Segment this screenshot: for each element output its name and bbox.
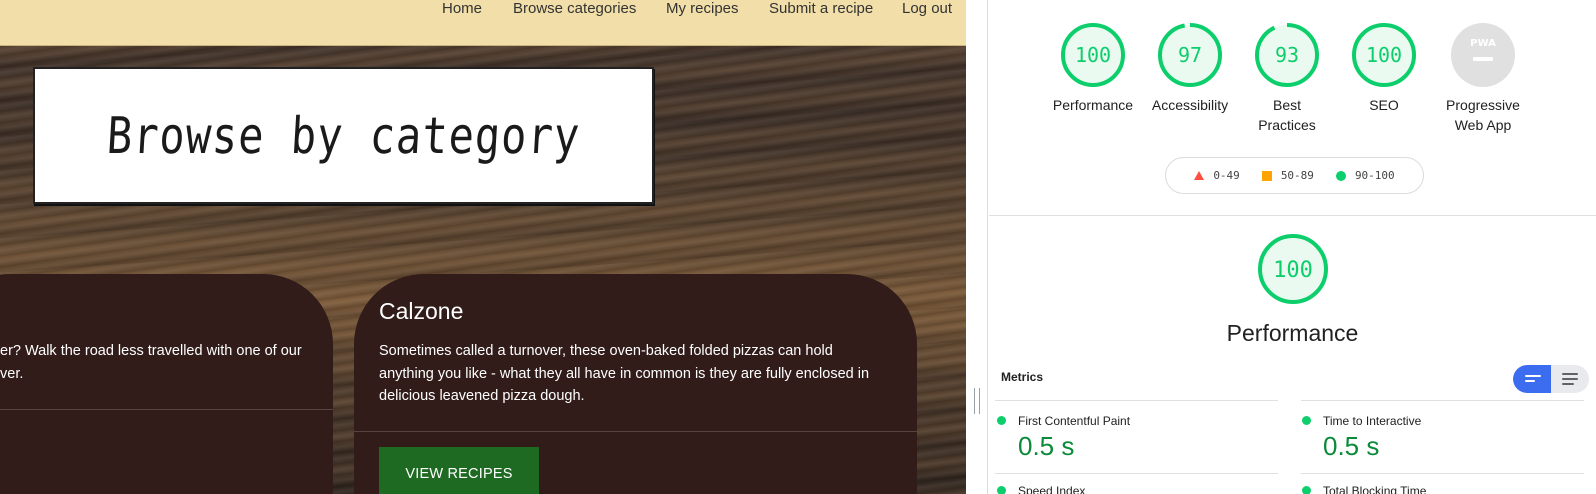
gauge-pwa[interactable]: PWA Progressive Web App: [1430, 22, 1536, 135]
card-description-line: delicious leavened pizza dough.: [379, 388, 585, 404]
legend-range: 0-49: [1213, 169, 1240, 182]
pwa-badge-text: PWA: [1470, 38, 1496, 49]
devtools-splitter[interactable]: [966, 0, 988, 494]
card-description-line: ver.: [0, 365, 24, 382]
card-divider: [354, 431, 917, 432]
gauge-label: Best Practices: [1239, 95, 1335, 135]
legend-item-fail: 0-49: [1194, 169, 1240, 182]
gauge-label: Accessibility: [1151, 97, 1229, 113]
square-icon: [1261, 170, 1272, 181]
section-divider: [989, 215, 1596, 216]
score-gauge-icon: 100: [1061, 23, 1125, 87]
metric-name: Total Blocking Time: [1323, 484, 1427, 494]
gauge-label: Performance: [1052, 97, 1134, 113]
lighthouse-report-panel: 100 Performance 97 Accessibility 93 Best…: [989, 0, 1596, 494]
gauge-performance[interactable]: 100 Performance: [1045, 22, 1141, 115]
nav-browse-categories-link[interactable]: Browse categories: [513, 0, 636, 17]
navbar: Home Browse categories My recipes Submit…: [0, 0, 966, 46]
metric-name: Time to Interactive: [1323, 414, 1422, 428]
metric-value: 0.5 s: [1323, 431, 1380, 461]
pass-circle-icon: [1302, 486, 1311, 494]
metric-name: First Contentful Paint: [1018, 414, 1131, 428]
metric-name: Speed Index: [1018, 484, 1086, 494]
gauge-score: 100: [1366, 43, 1402, 67]
pass-circle-icon: [997, 416, 1006, 425]
page-title-box: Browse by category: [33, 67, 654, 204]
metric-divider: [1301, 473, 1584, 474]
view-recipes-button[interactable]: VIEW RECIPES: [379, 447, 539, 494]
metric-value: 0.5 s: [1018, 431, 1075, 461]
gauge-score: 100: [1075, 43, 1111, 67]
metric-divider: [995, 473, 1278, 474]
card-description: er? Walk the road less travelled with on…: [0, 340, 360, 385]
pass-circle-icon: [1302, 416, 1311, 425]
gauge-score: 97: [1178, 43, 1202, 67]
nav-home-link[interactable]: Home: [442, 0, 482, 17]
circle-icon: [1335, 170, 1346, 181]
category-title: Performance: [1226, 320, 1359, 346]
score-gauge-icon: 100: [1258, 234, 1328, 304]
score-legend: 0-49 50-89 90-100: [1165, 157, 1424, 194]
recipe-website: Home Browse categories My recipes Submit…: [0, 0, 966, 494]
gauge-label: SEO: [1369, 97, 1399, 113]
gauge-label-line: Best: [1272, 97, 1301, 113]
card-description-line: Sometimes called a turnover, these oven-…: [379, 343, 833, 359]
nav-logout-link[interactable]: Log out: [902, 0, 952, 17]
legend-range: 50-89: [1280, 169, 1314, 182]
card-description-line: anything you like - what they all have i…: [379, 365, 870, 382]
splitter-grip-icon[interactable]: [974, 388, 980, 414]
card-divider: [0, 409, 333, 410]
gauge-best-practices[interactable]: 93 Best Practices: [1239, 22, 1335, 135]
metric-divider: [1301, 400, 1584, 401]
gauge-label-line: Progressive: [1446, 97, 1520, 113]
gauge-score: 93: [1275, 43, 1299, 67]
score-gauge-icon: 97: [1158, 23, 1222, 87]
card-description: Sometimes called a turnover, these oven-…: [379, 340, 899, 408]
gauge-seo[interactable]: 100 SEO: [1336, 22, 1432, 115]
gauge-score: 100: [1273, 258, 1313, 283]
triangle-icon: [1194, 171, 1205, 180]
page-title: Browse by category: [105, 106, 582, 165]
pass-circle-icon: [997, 486, 1006, 494]
nav-my-recipes-link[interactable]: My recipes: [666, 0, 739, 17]
card-description-line: er? Walk the road less travelled with on…: [0, 343, 302, 359]
metric-divider: [995, 400, 1278, 401]
expanded-view-button[interactable]: [1551, 365, 1589, 393]
legend-item-pass: 90-100: [1335, 169, 1395, 182]
score-gauge-icon: 100: [1352, 23, 1416, 87]
gauge-label-line: Web App: [1454, 117, 1512, 133]
card-title: Calzone: [379, 298, 464, 324]
score-gauge-icon: 93: [1255, 23, 1319, 87]
gauge-label: Progressive Web App: [1430, 95, 1536, 135]
metrics-view-toggle[interactable]: [1513, 365, 1589, 393]
pwa-badge-icon: PWA: [1451, 23, 1515, 87]
compact-view-button[interactable]: [1513, 365, 1551, 393]
gauge-accessibility[interactable]: 97 Accessibility: [1142, 22, 1238, 115]
gauge-label-line: Practices: [1258, 117, 1316, 133]
main-performance-gauge: 100: [1243, 233, 1343, 305]
nav-submit-recipe-link[interactable]: Submit a recipe: [769, 0, 873, 17]
metrics-heading: Metrics: [1001, 370, 1044, 384]
legend-range: 90-100: [1354, 169, 1395, 182]
category-card: er? Walk the road less travelled with on…: [0, 274, 333, 494]
legend-item-average: 50-89: [1261, 169, 1314, 182]
